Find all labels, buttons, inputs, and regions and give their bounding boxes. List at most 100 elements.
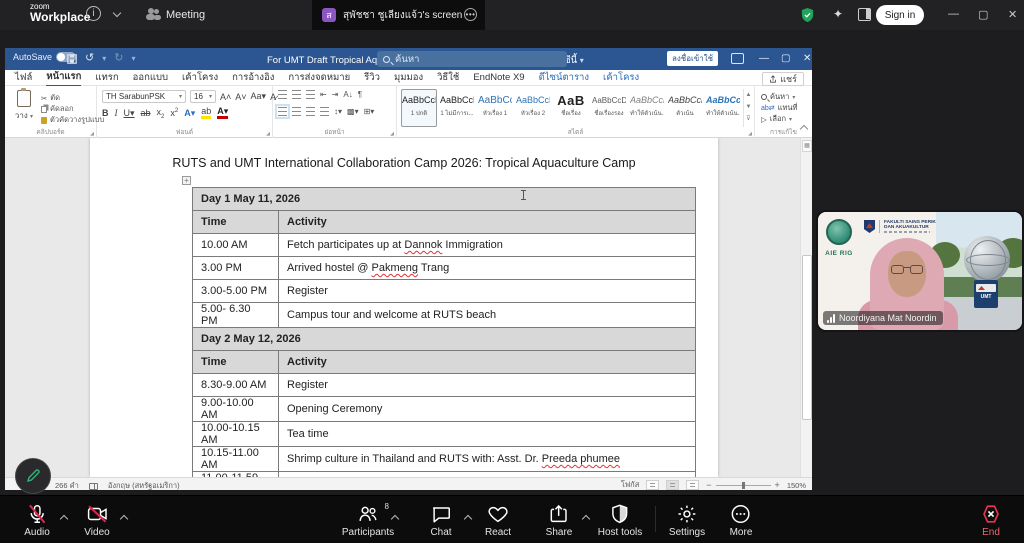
ribbon-tab[interactable]: แทรก (95, 70, 118, 85)
toolbar-host-tools-button[interactable]: Host tools (592, 501, 648, 539)
increase-indent-icon[interactable]: ⇥ (332, 90, 339, 99)
undo-caret-icon[interactable]: ▾ (102, 54, 106, 63)
toolbar-participants-chevron[interactable] (386, 509, 404, 526)
table-row[interactable]: 5.00- 6.30 PMCampus tour and welcome at … (193, 303, 696, 328)
subscript-button[interactable]: x2 (157, 107, 165, 120)
word-sign-in-button[interactable]: ลงชื่อเข้าใช้ (667, 51, 718, 66)
word-close-button[interactable]: ✕ (797, 52, 817, 65)
sort-icon[interactable]: A↓ (343, 90, 352, 99)
print-layout-icon[interactable] (666, 480, 679, 490)
zoom-slider-thumb[interactable] (742, 482, 745, 489)
text-effects-icon[interactable]: A▾ (184, 108, 195, 119)
style-card[interactable]: AaBbCcD1 ไม่มีการเ... (439, 89, 475, 127)
ribbon-tab[interactable]: รีวิว (364, 70, 380, 85)
ribbon-tab[interactable]: การส่งจดหมาย (288, 70, 350, 85)
collapse-ribbon-icon[interactable] (801, 125, 807, 134)
toolbar-more-button[interactable]: More (724, 501, 759, 539)
toolbar-share-button[interactable]: Share (540, 501, 579, 539)
zoom-percentage[interactable]: 150% (787, 481, 806, 490)
document-page[interactable]: RUTS and UMT International Collaboration… (90, 138, 718, 477)
bold-button[interactable]: B (102, 108, 109, 118)
align-center-button[interactable] (292, 107, 301, 116)
paste-button[interactable]: วาง ▾ (11, 90, 37, 122)
change-case-icon[interactable]: Aa▾ (251, 91, 267, 102)
toolbar-video-button[interactable]: Video (78, 501, 115, 539)
vertical-scrollbar[interactable]: ▦ (800, 138, 812, 477)
window-close-button[interactable]: ✕ (1002, 7, 1023, 22)
table-row[interactable]: 10.00 AMFetch participates up at Dannok … (193, 234, 696, 257)
underline-button[interactable]: U▾ (124, 108, 135, 119)
styles-dialog-launcher-icon[interactable]: ◢ (748, 131, 752, 137)
style-card[interactable]: AaBbCcDตัวเน้น (667, 89, 703, 127)
highlight-color-icon[interactable]: ab (201, 107, 211, 119)
toolbar-end-button[interactable]: End (974, 501, 1008, 539)
toolbar-video-chevron[interactable] (115, 509, 133, 526)
screen-share-tab[interactable]: ส สุพัชชา ชูเลียงแจ้ว's screen ••• (312, 0, 485, 30)
multilevel-list-icon[interactable] (306, 90, 315, 99)
style-card[interactable]: AaBbCcDdชื่อเรื่องรอง (591, 89, 627, 127)
align-left-button[interactable] (278, 107, 287, 116)
shrink-font-icon[interactable]: A˅ (235, 92, 246, 102)
clipboard-dialog-launcher-icon[interactable]: ◢ (90, 131, 94, 137)
language-indicator[interactable]: อังกฤษ (สหรัฐอเมริกา) (108, 480, 180, 492)
web-layout-icon[interactable] (686, 480, 699, 490)
font-dialog-launcher-icon[interactable]: ◢ (266, 131, 270, 137)
chevron-down-icon[interactable] (113, 9, 121, 17)
ribbon-tab[interactable]: มุมมอง (394, 70, 423, 85)
word-minimize-button[interactable]: — (753, 52, 775, 65)
table-move-handle-icon[interactable]: + (182, 176, 191, 185)
word-count[interactable]: 266 คำ (55, 480, 79, 492)
ai-companion-icon[interactable]: ✦ (833, 7, 843, 21)
ribbon-tab[interactable]: EndNote X9 (473, 72, 524, 83)
save-icon[interactable] (67, 54, 77, 64)
ribbon-tab[interactable]: วิธีใช้ (437, 70, 459, 85)
numbered-list-icon[interactable] (292, 90, 301, 99)
read-mode-icon[interactable] (646, 480, 659, 490)
styles-scroll-buttons[interactable]: ▲▼⊽ (743, 89, 753, 127)
style-card[interactable]: AaBbCcหัวเรื่อง 1 (477, 89, 513, 127)
word-search-box[interactable]: ค้นหา (377, 51, 567, 67)
scrollbar-thumb[interactable] (802, 255, 812, 420)
shading-icon[interactable]: ▩▾ (347, 107, 359, 116)
toolbar-react-button[interactable]: React (479, 501, 517, 539)
focus-mode-button[interactable]: โฟกัส (621, 479, 639, 491)
meeting-tab-label[interactable]: Meeting (166, 9, 205, 21)
align-right-button[interactable] (306, 107, 315, 116)
ribbon-display-options-icon[interactable] (731, 53, 744, 64)
toolbar-audio-button[interactable]: Audio (18, 501, 56, 539)
ribbon-tab[interactable]: ดีไซน์ตาราง (539, 70, 589, 85)
ribbon-tab[interactable]: เค้าโครง (182, 70, 218, 85)
bullet-list-icon[interactable] (278, 90, 287, 99)
zoom-out-icon[interactable]: − (706, 480, 711, 490)
decrease-indent-icon[interactable]: ⇤ (320, 90, 327, 99)
scrollbar-top-button[interactable]: ▦ (802, 140, 812, 152)
line-spacing-icon[interactable]: ↕▾ (334, 107, 342, 116)
table-row[interactable]: 10.00-10.15 AMTea time (193, 422, 696, 447)
select-button[interactable]: ▷เลือก▾ (761, 113, 792, 125)
style-card[interactable]: AaBbCcD1 ปกติ (401, 89, 437, 127)
zoom-in-icon[interactable]: + (775, 480, 780, 490)
style-card[interactable]: AaBชื่อเรื่อง (553, 89, 589, 127)
font-size-combobox[interactable]: 16▾ (190, 90, 216, 103)
window-minimize-button[interactable]: — (942, 7, 965, 21)
show-paragraph-marks-icon[interactable]: ¶ (358, 90, 362, 99)
security-shield-icon[interactable] (800, 7, 815, 23)
table-row[interactable]: 9.00-10.00 AMOpening Ceremony (193, 397, 696, 422)
borders-icon[interactable]: ⊞▾ (364, 107, 375, 116)
toolbar-audio-chevron[interactable] (55, 509, 73, 526)
qat-customize-caret-icon[interactable]: ▾ (131, 54, 135, 63)
ribbon-tab[interactable]: การอ้างอิง (232, 70, 274, 85)
table-row[interactable]: Day 1 May 11, 2026 (193, 188, 696, 211)
ribbon-share-button[interactable]: แชร์ (762, 72, 804, 86)
superscript-button[interactable]: x2 (170, 108, 178, 118)
zoom-slider[interactable]: − + (706, 480, 780, 490)
table-row[interactable]: Day 2 May 12, 2026 (193, 328, 696, 351)
style-card[interactable]: AaBbCcDทำให้ตัวเน้น... (705, 89, 741, 127)
tab-more-options-icon[interactable]: ••• (464, 8, 477, 21)
participant-video-tile[interactable]: AIE RIG FAKULTI SAINS PERIKANAN DAN AKUA… (818, 212, 1022, 330)
table-row[interactable]: 3.00-5.00 PMRegister (193, 280, 696, 303)
ribbon-tab[interactable]: ไฟล์ (15, 70, 32, 85)
ribbon-tab[interactable]: หน้าแรก (46, 69, 81, 87)
toolbar-chat-chevron[interactable] (459, 509, 477, 526)
style-card[interactable]: AaBbCcDหัวเรื่อง 2 (515, 89, 551, 127)
